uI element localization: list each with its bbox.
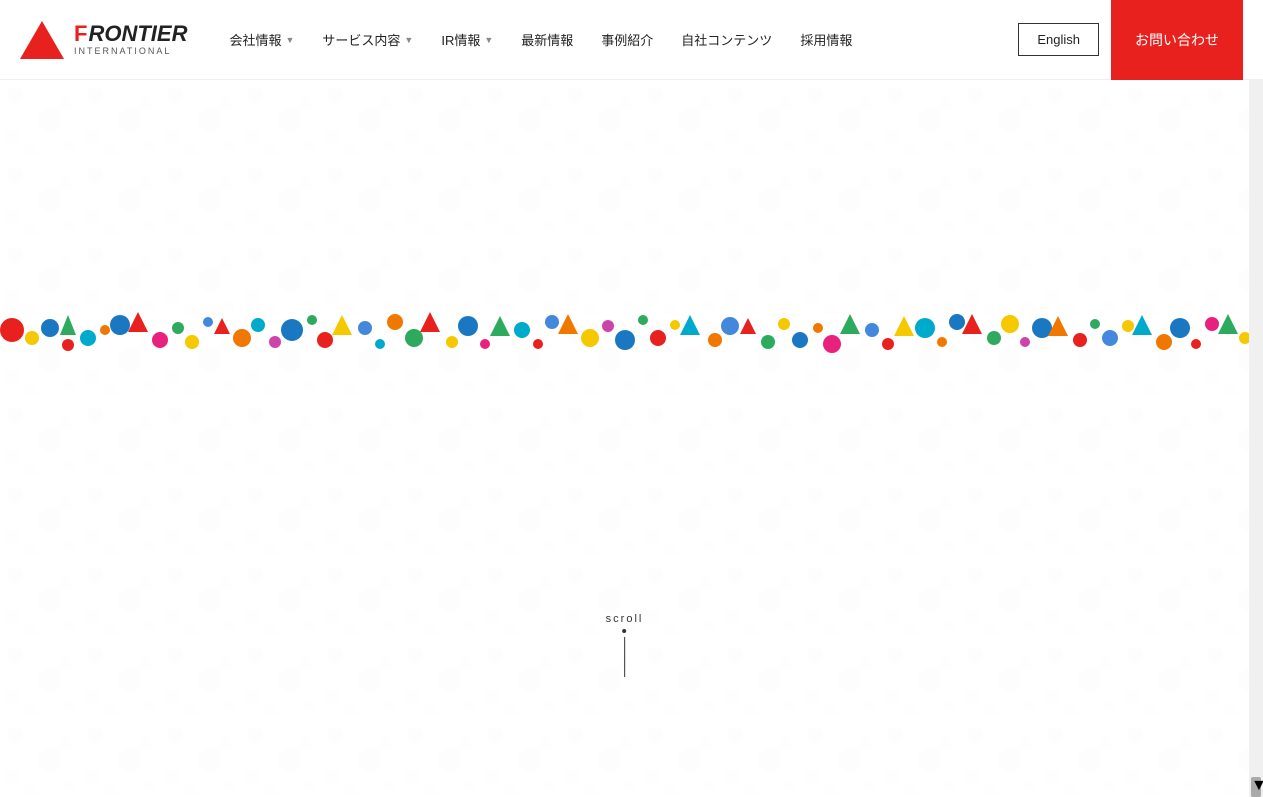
nav-item-content[interactable]: 自社コンテンツ bbox=[669, 0, 784, 80]
nav: 会社情報 ▼ サービス内容 ▼ IR情報 ▼ 最新情報 事例紹介 自社コンテンツ… bbox=[217, 0, 1018, 80]
header: FRONTIER INTERNATIONAL 会社情報 ▼ サービス内容 ▼ I… bbox=[0, 0, 1263, 80]
logo-triangle bbox=[20, 21, 64, 59]
scrollbar-thumb-down[interactable]: ▼ bbox=[1251, 777, 1261, 797]
nav-item-service[interactable]: サービス内容 ▼ bbox=[310, 0, 425, 80]
english-button[interactable]: English bbox=[1018, 23, 1099, 56]
nav-item-news[interactable]: 最新情報 bbox=[509, 0, 585, 80]
shapes-svg bbox=[0, 300, 1249, 360]
nav-item-recruit[interactable]: 採用情報 bbox=[788, 0, 864, 80]
logo[interactable]: FRONTIER INTERNATIONAL bbox=[20, 21, 187, 59]
scroll-line bbox=[624, 637, 625, 677]
nav-item-ir[interactable]: IR情報 ▼ bbox=[429, 0, 505, 80]
logo-international: INTERNATIONAL bbox=[74, 47, 187, 56]
main-content: scroll bbox=[0, 80, 1249, 797]
chevron-down-icon: ▼ bbox=[404, 35, 413, 45]
chevron-down-icon: ▼ bbox=[285, 35, 294, 45]
logo-text: FRONTIER INTERNATIONAL bbox=[74, 23, 187, 56]
shapes-strip bbox=[0, 300, 1249, 360]
chevron-down-icon: ▼ bbox=[484, 35, 493, 45]
nav-item-cases[interactable]: 事例紹介 bbox=[589, 0, 665, 80]
scroll-label: scroll bbox=[606, 613, 644, 625]
nav-item-company[interactable]: 会社情報 ▼ bbox=[217, 0, 306, 80]
scroll-indicator: scroll bbox=[606, 613, 644, 677]
background-pattern bbox=[0, 80, 1249, 797]
contact-button[interactable]: お問い合わせ bbox=[1111, 0, 1243, 80]
header-right: English お問い合わせ bbox=[1018, 0, 1243, 80]
scrollbar[interactable]: ▲ ▼ bbox=[1249, 0, 1263, 797]
logo-frontier: FRONTIER bbox=[74, 23, 187, 45]
scroll-dot bbox=[622, 629, 626, 633]
